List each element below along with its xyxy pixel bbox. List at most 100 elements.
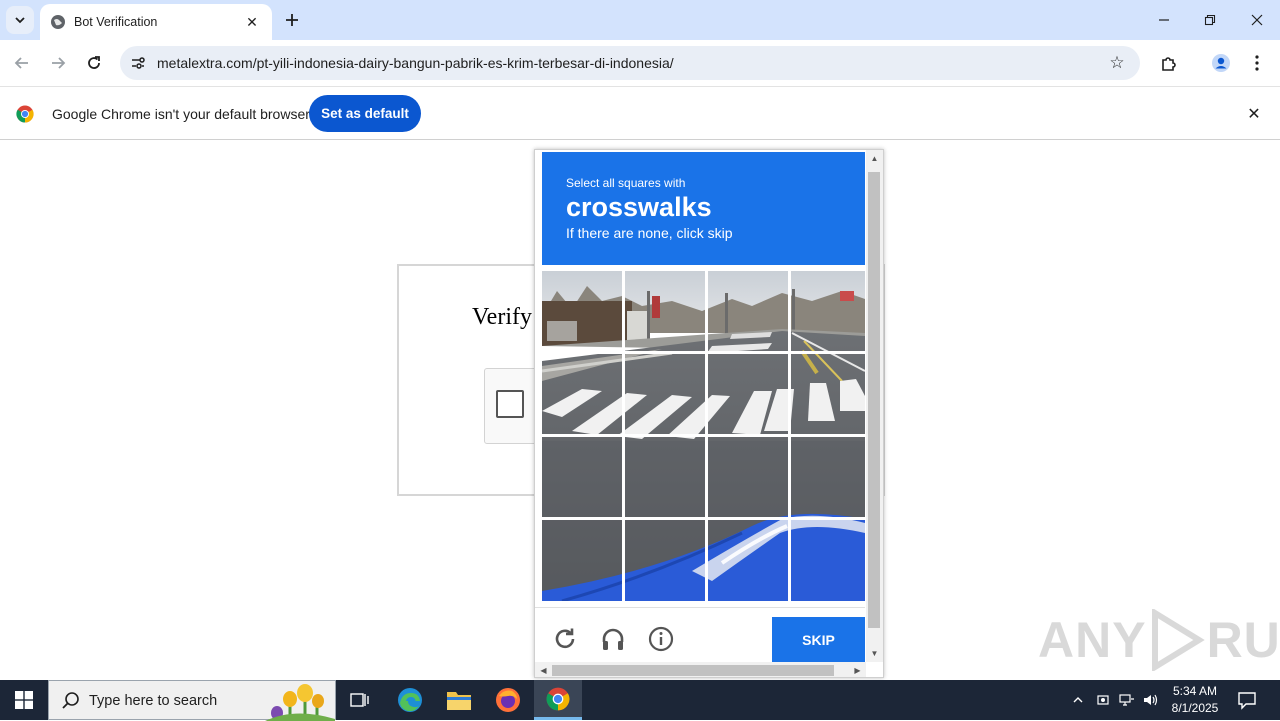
system-clock[interactable]: 5:34 AM 8/1/2025 (1164, 683, 1226, 717)
clock-date: 8/1/2025 (1171, 701, 1219, 715)
scroll-up-arrow-icon[interactable]: ▲ (866, 150, 883, 167)
taskbar-search-box[interactable]: Type here to search (48, 680, 336, 721)
firefox-icon (496, 688, 520, 712)
task-view-button[interactable] (336, 680, 384, 720)
reload-challenge-button[interactable] (550, 624, 580, 654)
profile-button[interactable] (1207, 49, 1235, 77)
edge-icon (398, 688, 422, 712)
scroll-right-arrow-icon[interactable]: ▶ (849, 662, 866, 677)
challenge-tile[interactable] (708, 354, 788, 434)
reload-icon (555, 628, 575, 649)
chrome-logo-icon (546, 687, 570, 710)
tab-title: Bot Verification (74, 15, 158, 29)
audio-challenge-button[interactable] (598, 624, 628, 654)
set-as-default-button[interactable]: Set as default (309, 95, 421, 132)
tab-search-button[interactable] (6, 6, 34, 34)
infobar-message: Google Chrome isn't your default browser (52, 106, 310, 122)
challenge-tile[interactable] (625, 354, 705, 434)
horizontal-scrollbar[interactable]: ◀ ▶ (535, 662, 866, 677)
puzzle-icon (1162, 57, 1176, 71)
task-view-icon (350, 693, 369, 707)
challenge-tile[interactable] (708, 437, 788, 517)
challenge-header: Select all squares with crosswalks If th… (542, 152, 865, 265)
new-tab-button[interactable] (280, 8, 304, 32)
challenge-instruction: Select all squares with (566, 176, 686, 190)
tab-bot-verification[interactable]: Bot Verification ✕ (40, 4, 272, 40)
challenge-tile[interactable] (625, 520, 705, 601)
taskbar-edge[interactable] (386, 680, 434, 720)
challenge-footer: SKIP (535, 607, 865, 663)
meet-now-icon[interactable] (1093, 690, 1113, 710)
challenge-hint: If there are none, click skip (566, 225, 733, 241)
minimize-button[interactable] (1141, 0, 1187, 40)
challenge-target: crosswalks (566, 192, 712, 222)
watermark-logo: ANY RUN (1038, 605, 1280, 675)
taskbar-chrome[interactable] (534, 680, 582, 720)
reload-icon (88, 56, 100, 69)
challenge-tile[interactable] (708, 520, 788, 601)
challenge-tile-grid (542, 271, 865, 601)
forward-button[interactable] (44, 49, 72, 77)
challenge-tile[interactable] (625, 437, 705, 517)
taskbar-file-explorer[interactable] (435, 680, 483, 720)
volume-icon[interactable] (1141, 690, 1161, 710)
scroll-down-arrow-icon[interactable]: ▼ (866, 645, 883, 662)
challenge-tile[interactable] (542, 354, 622, 434)
challenge-tile[interactable] (791, 437, 865, 517)
star-icon[interactable]: ☆ (1106, 52, 1128, 74)
close-window-button[interactable] (1234, 0, 1280, 40)
grid-divider (542, 517, 865, 520)
toolbar: metalextra.com/pt-yili-indonesia-dairy-b… (0, 40, 1280, 86)
windows-taskbar: Type here to search 5:34 AM 8/1/2025 (0, 680, 1280, 721)
back-button[interactable] (8, 49, 36, 77)
challenge-tile[interactable] (791, 520, 865, 601)
notification-icon[interactable] (1236, 689, 1258, 711)
menu-button[interactable] (1243, 49, 1271, 77)
close-icon (1251, 14, 1263, 26)
kebab-icon (1255, 55, 1259, 71)
challenge-tile[interactable] (542, 437, 622, 517)
image-challenge-popup: Select all squares with crosswalks If th… (534, 149, 884, 678)
extensions-button[interactable] (1155, 49, 1183, 77)
flowers-decoration-icon (265, 684, 335, 721)
grid-divider (542, 434, 865, 437)
challenge-tile[interactable] (791, 354, 865, 434)
challenge-tile[interactable] (708, 271, 788, 351)
restore-button[interactable] (1187, 0, 1233, 40)
minimize-icon (1159, 19, 1169, 21)
scrollbar-thumb[interactable] (552, 665, 834, 676)
reload-button[interactable] (80, 49, 108, 77)
challenge-tile[interactable] (625, 271, 705, 351)
arrow-left-icon (14, 57, 28, 69)
default-browser-infobar: Google Chrome isn't your default browser… (0, 86, 1280, 140)
challenge-tile[interactable] (542, 520, 622, 601)
chevron-up-icon[interactable] (1068, 690, 1088, 710)
close-icon[interactable]: ✕ (1244, 104, 1264, 124)
grid-divider (542, 351, 865, 354)
tab-strip: Bot Verification ✕ (0, 0, 1280, 40)
globe-icon (50, 14, 66, 30)
taskbar-firefox[interactable] (484, 680, 532, 720)
vertical-scrollbar[interactable]: ▲ ▼ (866, 150, 883, 662)
close-icon[interactable]: ✕ (242, 12, 262, 32)
person-icon (1212, 54, 1230, 72)
folder-icon (447, 692, 471, 710)
start-button[interactable] (0, 680, 48, 720)
address-bar[interactable]: metalextra.com/pt-yili-indonesia-dairy-b… (120, 46, 1140, 80)
chevron-down-icon (15, 17, 25, 24)
play-icon (1151, 609, 1205, 671)
windows-logo-icon (15, 691, 33, 709)
challenge-tile[interactable] (791, 271, 865, 351)
info-button[interactable] (646, 624, 676, 654)
search-icon (62, 692, 79, 709)
page-title: Verify (472, 304, 532, 330)
skip-button[interactable]: SKIP (772, 617, 865, 663)
scroll-left-arrow-icon[interactable]: ◀ (535, 662, 552, 677)
captcha-checkbox[interactable] (496, 390, 524, 418)
scrollbar-thumb[interactable] (868, 172, 880, 628)
challenge-tile[interactable] (542, 271, 622, 351)
headphones-icon (602, 628, 624, 650)
tune-icon[interactable] (126, 51, 150, 75)
arrow-right-icon (52, 57, 66, 69)
network-icon[interactable] (1117, 690, 1137, 710)
